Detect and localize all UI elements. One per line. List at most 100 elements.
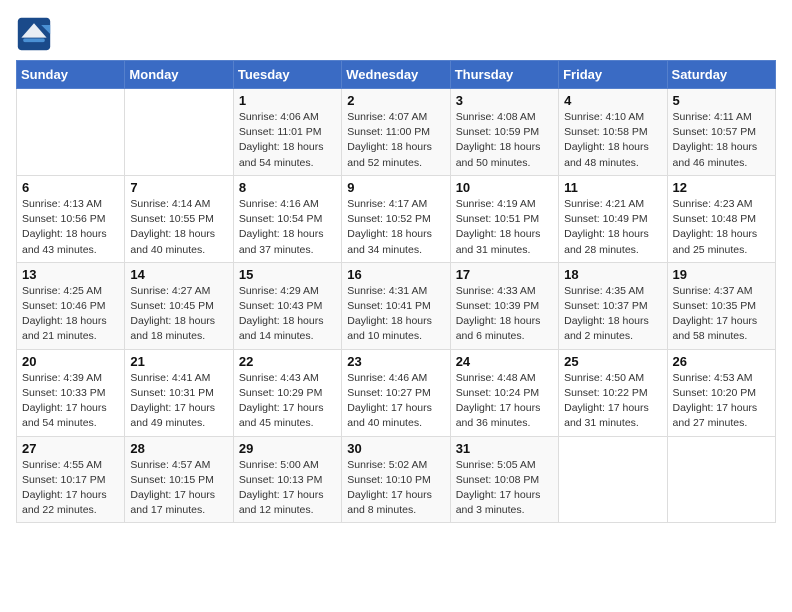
day-content: Sunrise: 4:14 AM Sunset: 10:55 PM Daylig…	[130, 197, 227, 258]
calendar-cell: 28 Sunrise: 4:57 AM Sunset: 10:15 PM Dayl…	[125, 436, 233, 523]
day-number: 7	[130, 180, 227, 195]
calendar-cell: 30 Sunrise: 5:02 AM Sunset: 10:10 PM Dayl…	[342, 436, 450, 523]
logo	[16, 16, 56, 52]
calendar-cell: 31 Sunrise: 5:05 AM Sunset: 10:08 PM Dayl…	[450, 436, 558, 523]
day-number: 12	[673, 180, 770, 195]
calendar-cell: 2Sunrise: 4:07 AM Sunset: 11:00 PM Dayli…	[342, 89, 450, 176]
day-content: Sunrise: 4:13 AM Sunset: 10:56 PM Daylig…	[22, 197, 119, 258]
header-tuesday: Tuesday	[233, 61, 341, 89]
header-saturday: Saturday	[667, 61, 775, 89]
calendar: SundayMondayTuesdayWednesdayThursdayFrid…	[16, 60, 776, 523]
day-content: Sunrise: 4:53 AM Sunset: 10:20 PM Daylig…	[673, 371, 770, 432]
page-header	[16, 16, 776, 52]
day-number: 4	[564, 93, 661, 108]
day-number: 24	[456, 354, 553, 369]
logo-icon	[16, 16, 52, 52]
day-number: 26	[673, 354, 770, 369]
day-number: 9	[347, 180, 444, 195]
day-content: Sunrise: 4:06 AM Sunset: 11:01 PM Daylig…	[239, 110, 336, 171]
day-content: Sunrise: 4:43 AM Sunset: 10:29 PM Daylig…	[239, 371, 336, 432]
day-content: Sunrise: 4:10 AM Sunset: 10:58 PM Daylig…	[564, 110, 661, 171]
calendar-cell: 10 Sunrise: 4:19 AM Sunset: 10:51 PM Dayl…	[450, 175, 558, 262]
calendar-cell: 11 Sunrise: 4:21 AM Sunset: 10:49 PM Dayl…	[559, 175, 667, 262]
header-sunday: Sunday	[17, 61, 125, 89]
day-content: Sunrise: 4:17 AM Sunset: 10:52 PM Daylig…	[347, 197, 444, 258]
calendar-cell: 29Sunrise: 5:00 AM Sunset: 10:13 PM Dayl…	[233, 436, 341, 523]
day-content: Sunrise: 4:21 AM Sunset: 10:49 PM Daylig…	[564, 197, 661, 258]
calendar-week-row: 20 Sunrise: 4:39 AM Sunset: 10:33 PM Dayl…	[17, 349, 776, 436]
day-number: 18	[564, 267, 661, 282]
day-number: 17	[456, 267, 553, 282]
header-thursday: Thursday	[450, 61, 558, 89]
day-number: 10	[456, 180, 553, 195]
day-content: Sunrise: 4:27 AM Sunset: 10:45 PM Daylig…	[130, 284, 227, 345]
day-number: 1	[239, 93, 336, 108]
day-number: 5	[673, 93, 770, 108]
day-content: Sunrise: 4:39 AM Sunset: 10:33 PM Daylig…	[22, 371, 119, 432]
day-number: 11	[564, 180, 661, 195]
day-content: Sunrise: 4:16 AM Sunset: 10:54 PM Daylig…	[239, 197, 336, 258]
day-content: Sunrise: 4:46 AM Sunset: 10:27 PM Daylig…	[347, 371, 444, 432]
calendar-cell: 22Sunrise: 4:43 AM Sunset: 10:29 PM Dayl…	[233, 349, 341, 436]
calendar-cell: 3Sunrise: 4:08 AM Sunset: 10:59 PM Dayli…	[450, 89, 558, 176]
calendar-cell: 12Sunrise: 4:23 AM Sunset: 10:48 PM Dayl…	[667, 175, 775, 262]
calendar-cell: 19 Sunrise: 4:37 AM Sunset: 10:35 PM Dayl…	[667, 262, 775, 349]
day-content: Sunrise: 4:33 AM Sunset: 10:39 PM Daylig…	[456, 284, 553, 345]
day-content: Sunrise: 4:37 AM Sunset: 10:35 PM Daylig…	[673, 284, 770, 345]
day-number: 25	[564, 354, 661, 369]
calendar-cell: 23 Sunrise: 4:46 AM Sunset: 10:27 PM Dayl…	[342, 349, 450, 436]
day-content: Sunrise: 4:55 AM Sunset: 10:17 PM Daylig…	[22, 458, 119, 519]
calendar-week-row: 27 Sunrise: 4:55 AM Sunset: 10:17 PM Dayl…	[17, 436, 776, 523]
calendar-week-row: 13 Sunrise: 4:25 AM Sunset: 10:46 PM Dayl…	[17, 262, 776, 349]
calendar-cell	[667, 436, 775, 523]
calendar-cell: 17 Sunrise: 4:33 AM Sunset: 10:39 PM Dayl…	[450, 262, 558, 349]
day-number: 16	[347, 267, 444, 282]
calendar-cell: 9 Sunrise: 4:17 AM Sunset: 10:52 PM Dayli…	[342, 175, 450, 262]
day-content: Sunrise: 4:08 AM Sunset: 10:59 PM Daylig…	[456, 110, 553, 171]
header-monday: Monday	[125, 61, 233, 89]
day-content: Sunrise: 5:02 AM Sunset: 10:10 PM Daylig…	[347, 458, 444, 519]
day-number: 28	[130, 441, 227, 456]
header-friday: Friday	[559, 61, 667, 89]
day-content: Sunrise: 4:19 AM Sunset: 10:51 PM Daylig…	[456, 197, 553, 258]
day-number: 21	[130, 354, 227, 369]
calendar-cell: 27 Sunrise: 4:55 AM Sunset: 10:17 PM Dayl…	[17, 436, 125, 523]
day-content: Sunrise: 4:35 AM Sunset: 10:37 PM Daylig…	[564, 284, 661, 345]
calendar-cell: 21 Sunrise: 4:41 AM Sunset: 10:31 PM Dayl…	[125, 349, 233, 436]
calendar-cell	[559, 436, 667, 523]
day-number: 8	[239, 180, 336, 195]
day-content: Sunrise: 4:41 AM Sunset: 10:31 PM Daylig…	[130, 371, 227, 432]
day-content: Sunrise: 4:25 AM Sunset: 10:46 PM Daylig…	[22, 284, 119, 345]
day-number: 30	[347, 441, 444, 456]
calendar-cell: 26 Sunrise: 4:53 AM Sunset: 10:20 PM Dayl…	[667, 349, 775, 436]
calendar-cell: 24Sunrise: 4:48 AM Sunset: 10:24 PM Dayl…	[450, 349, 558, 436]
day-number: 13	[22, 267, 119, 282]
header-wednesday: Wednesday	[342, 61, 450, 89]
day-number: 27	[22, 441, 119, 456]
day-content: Sunrise: 4:11 AM Sunset: 10:57 PM Daylig…	[673, 110, 770, 171]
calendar-cell	[125, 89, 233, 176]
calendar-cell: 1 Sunrise: 4:06 AM Sunset: 11:01 PM Dayli…	[233, 89, 341, 176]
day-number: 15	[239, 267, 336, 282]
day-content: Sunrise: 5:05 AM Sunset: 10:08 PM Daylig…	[456, 458, 553, 519]
day-content: Sunrise: 4:31 AM Sunset: 10:41 PM Daylig…	[347, 284, 444, 345]
calendar-cell: 18 Sunrise: 4:35 AM Sunset: 10:37 PM Dayl…	[559, 262, 667, 349]
day-number: 29	[239, 441, 336, 456]
day-number: 31	[456, 441, 553, 456]
calendar-cell: 7 Sunrise: 4:14 AM Sunset: 10:55 PM Dayli…	[125, 175, 233, 262]
calendar-header-row: SundayMondayTuesdayWednesdayThursdayFrid…	[17, 61, 776, 89]
calendar-cell: 5 Sunrise: 4:11 AM Sunset: 10:57 PM Dayli…	[667, 89, 775, 176]
calendar-cell: 4 Sunrise: 4:10 AM Sunset: 10:58 PM Dayli…	[559, 89, 667, 176]
day-content: Sunrise: 4:29 AM Sunset: 10:43 PM Daylig…	[239, 284, 336, 345]
day-number: 19	[673, 267, 770, 282]
calendar-cell: 13 Sunrise: 4:25 AM Sunset: 10:46 PM Dayl…	[17, 262, 125, 349]
day-content: Sunrise: 4:50 AM Sunset: 10:22 PM Daylig…	[564, 371, 661, 432]
day-number: 20	[22, 354, 119, 369]
calendar-cell: 6Sunrise: 4:13 AM Sunset: 10:56 PM Dayli…	[17, 175, 125, 262]
day-number: 23	[347, 354, 444, 369]
calendar-cell: 16 Sunrise: 4:31 AM Sunset: 10:41 PM Dayl…	[342, 262, 450, 349]
calendar-week-row: 6Sunrise: 4:13 AM Sunset: 10:56 PM Dayli…	[17, 175, 776, 262]
day-number: 2	[347, 93, 444, 108]
calendar-cell: 8 Sunrise: 4:16 AM Sunset: 10:54 PM Dayli…	[233, 175, 341, 262]
day-content: Sunrise: 4:57 AM Sunset: 10:15 PM Daylig…	[130, 458, 227, 519]
